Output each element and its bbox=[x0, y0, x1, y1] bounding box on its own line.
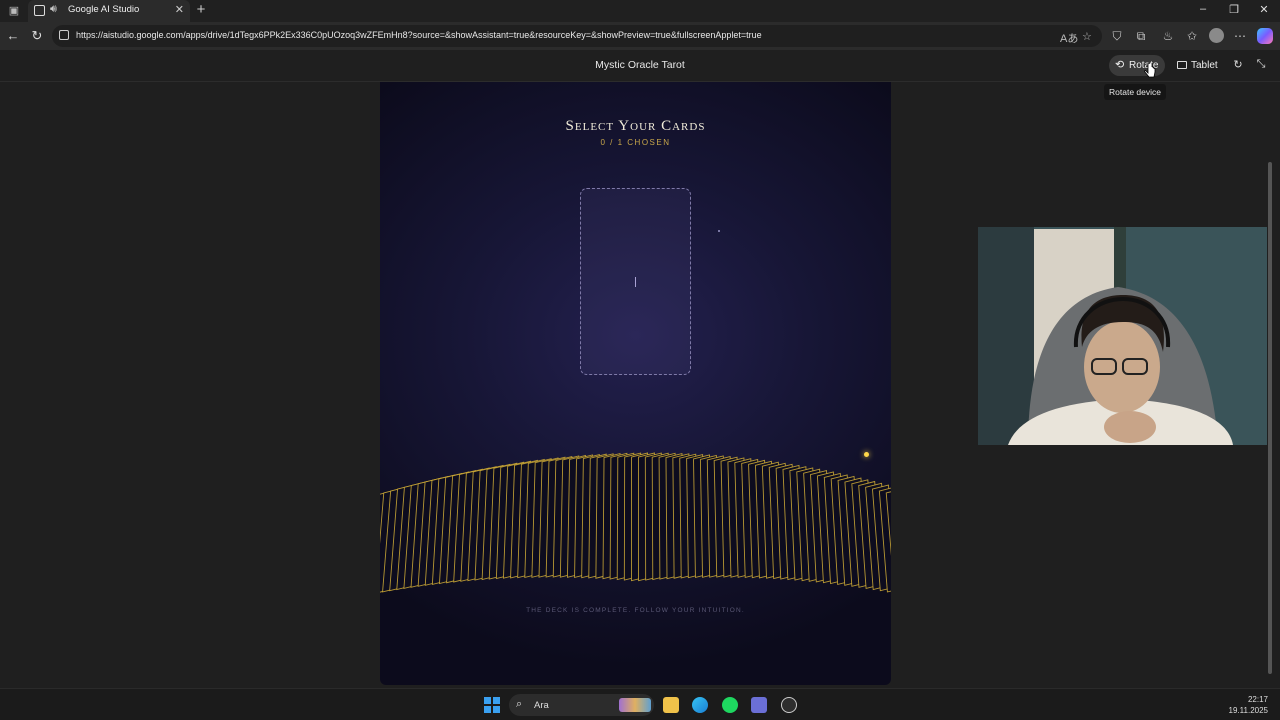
edge-browser-icon[interactable] bbox=[692, 697, 708, 713]
favorite-star-icon[interactable]: ☆ bbox=[1082, 30, 1092, 43]
card-slot[interactable] bbox=[580, 188, 691, 375]
tarot-applet: Select Your Cards 0 / 1 CHOSEN THE DECK … bbox=[380, 82, 891, 685]
new-tab-icon[interactable]: + bbox=[193, 2, 209, 18]
windows-start-icon[interactable] bbox=[484, 697, 500, 713]
tablet-button[interactable]: Tablet bbox=[1172, 55, 1224, 76]
site-info-icon[interactable] bbox=[59, 30, 69, 40]
tab-actions-icon[interactable]: ▣ bbox=[6, 3, 22, 19]
back-icon[interactable]: ← bbox=[5, 28, 21, 44]
windows-taskbar: ⌕ Ara 22:17 19.11.2025 bbox=[0, 688, 1280, 720]
tab-close-icon[interactable]: ✕ bbox=[175, 3, 184, 16]
card-deck-fan[interactable] bbox=[380, 437, 891, 627]
extensions-icon[interactable]: ⧉ bbox=[1133, 28, 1149, 44]
tab-title: Google AI Studio bbox=[68, 4, 140, 15]
performance-icon[interactable]: ♨ bbox=[1160, 28, 1176, 44]
tab-google-ai-studio[interactable]: 🔊︎ Google AI Studio ✕ bbox=[28, 0, 190, 22]
taskbar-search[interactable]: ⌕ Ara bbox=[509, 694, 654, 716]
restore-icon[interactable]: ❐ bbox=[1226, 3, 1242, 16]
deck-complete-message: THE DECK IS COMPLETE. FOLLOW YOUR INTUIT… bbox=[526, 607, 745, 614]
shield-icon[interactable]: ⛉ bbox=[1109, 28, 1125, 44]
applet-header: Mystic Oracle Tarot ⟲ Rotate Tablet ↻ ⤡ bbox=[0, 50, 1280, 82]
webcam-overlay bbox=[978, 227, 1267, 445]
select-cards-heading: Select Your Cards bbox=[565, 118, 706, 134]
chosen-counter: 0 / 1 CHOSEN bbox=[600, 138, 671, 147]
file-explorer-icon[interactable] bbox=[663, 697, 679, 713]
minimize-icon[interactable]: – bbox=[1195, 3, 1211, 15]
more-menu-icon[interactable]: ⋯ bbox=[1232, 28, 1248, 44]
rotate-tooltip: Rotate device bbox=[1104, 84, 1166, 100]
teams-icon[interactable] bbox=[751, 697, 767, 713]
streamer-webcam-image bbox=[978, 227, 1267, 445]
clock-time: 22:17 bbox=[1247, 695, 1268, 704]
browser-toolbar: ← ↻ https://aistudio.google.com/apps/dri… bbox=[0, 22, 1280, 50]
rotate-device-icon: ⟲ bbox=[1115, 59, 1125, 71]
favorites-icon[interactable]: ✩ bbox=[1184, 28, 1200, 44]
search-label: Ara bbox=[534, 700, 549, 711]
clock-date: 19.11.2025 bbox=[1228, 706, 1268, 715]
ai-studio-favicon-icon bbox=[34, 5, 45, 16]
system-clock[interactable]: 22:17 19.11.2025 bbox=[1229, 694, 1268, 716]
speaker-icon[interactable]: 🔊︎ bbox=[50, 3, 57, 16]
copilot-icon[interactable] bbox=[1257, 28, 1273, 44]
search-highlight-image bbox=[619, 698, 651, 712]
tab-strip: ▣ 🔊︎ Google AI Studio ✕ + – ❐ ✕ bbox=[0, 0, 1280, 22]
refresh-icon[interactable]: ↻ bbox=[29, 28, 45, 44]
window-close-icon[interactable]: ✕ bbox=[1256, 3, 1272, 16]
tablet-label: Tablet bbox=[1191, 60, 1218, 71]
profile-avatar-icon[interactable] bbox=[1209, 28, 1224, 43]
tablet-icon bbox=[1177, 61, 1187, 69]
page-scrollbar[interactable] bbox=[1268, 162, 1272, 674]
applet-title: Mystic Oracle Tarot bbox=[595, 59, 685, 71]
address-bar[interactable]: https://aistudio.google.com/apps/drive/1… bbox=[52, 25, 1102, 47]
hand-cursor-icon bbox=[1144, 63, 1156, 78]
settings-gear-icon[interactable] bbox=[781, 697, 797, 713]
read-aloud-icon[interactable]: Aあ bbox=[1060, 30, 1078, 46]
exit-fullscreen-icon[interactable]: ⤡ bbox=[1254, 58, 1268, 71]
url-text[interactable]: https://aistudio.google.com/apps/drive/1… bbox=[76, 30, 762, 40]
sparkle-dot bbox=[718, 230, 720, 232]
spotify-icon[interactable] bbox=[722, 697, 738, 713]
reload-applet-icon[interactable]: ↻ bbox=[1231, 58, 1245, 71]
search-icon: ⌕ bbox=[516, 698, 523, 710]
slot-marker bbox=[635, 277, 636, 287]
